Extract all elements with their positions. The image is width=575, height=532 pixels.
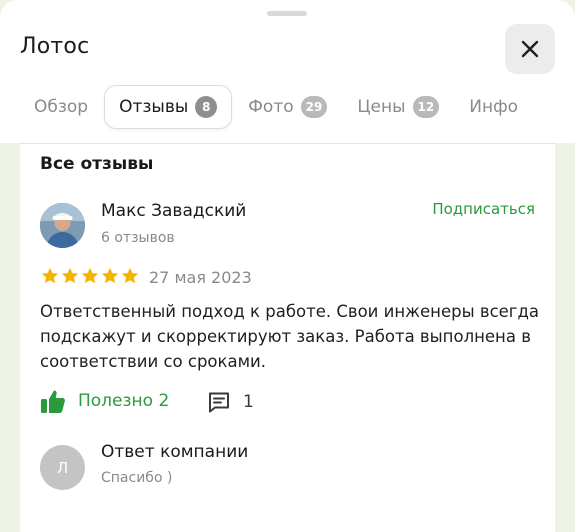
place-title: Лотос	[20, 34, 90, 59]
drag-handle[interactable]	[267, 11, 307, 16]
tab-label: Отзывы	[119, 97, 189, 117]
company-reply-title: Ответ компании	[101, 442, 249, 462]
tab-count-badge: 12	[412, 96, 440, 118]
close-button[interactable]	[505, 24, 555, 74]
avatar[interactable]	[40, 203, 85, 248]
tab-photos[interactable]: Фото 29	[234, 85, 341, 129]
helpful-button[interactable]: Полезно 2	[40, 388, 169, 414]
tab-reviews[interactable]: Отзывы 8	[104, 85, 233, 129]
tab-overview[interactable]: Обзор	[20, 85, 102, 129]
reviews-card: Все отзывы Макс Завадский 6 отзывов Подп…	[20, 143, 555, 532]
comments-count: 1	[243, 392, 254, 412]
tab-label: Инфо	[469, 97, 519, 117]
tab-info[interactable]: Инфо	[455, 85, 532, 129]
star-icon	[41, 267, 59, 284]
author-name[interactable]: Макс Завадский	[101, 201, 246, 221]
section-title: Все отзывы	[40, 154, 154, 174]
company-reply-text: Спасибо )	[101, 470, 173, 486]
bottom-sheet: Лотос Обзор Отзывы 8 Фото 29 Цены 12 Инф…	[0, 0, 575, 532]
thumbs-up-icon	[41, 390, 65, 413]
author-review-count: 6 отзывов	[101, 230, 175, 246]
star-icon	[61, 267, 79, 284]
star-icon	[101, 267, 119, 284]
close-icon	[521, 40, 539, 58]
review-text: Ответственный подход к работе. Свои инже…	[40, 302, 539, 371]
review-date: 27 мая 2023	[149, 268, 252, 287]
tab-prices[interactable]: Цены 12	[343, 85, 453, 129]
star-icon	[121, 267, 139, 284]
star-icon	[81, 267, 99, 284]
rating-stars	[40, 266, 140, 286]
tab-count-badge: 29	[300, 96, 328, 118]
tab-label: Цены	[357, 97, 406, 117]
helpful-label: Полезно 2	[78, 391, 170, 411]
tab-label: Обзор	[34, 97, 89, 117]
tab-count-badge: 8	[195, 96, 218, 118]
comment-icon	[209, 392, 229, 413]
comments-button[interactable]: 1	[207, 390, 254, 414]
company-avatar: Л	[40, 445, 85, 490]
subscribe-button[interactable]: Подписаться	[432, 200, 535, 218]
tab-label: Фото	[248, 97, 294, 117]
user-photo-icon	[40, 203, 85, 248]
tab-bar: Обзор Отзывы 8 Фото 29 Цены 12 Инфо	[20, 84, 534, 130]
